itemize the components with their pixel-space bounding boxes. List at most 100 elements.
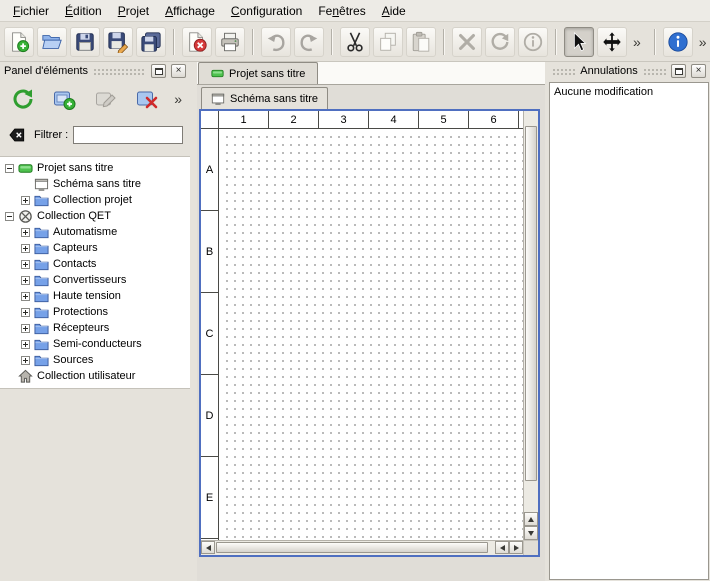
tree-item-label: Collection projet [53, 194, 132, 206]
row-header-cell: A [201, 129, 218, 211]
float-panel-button[interactable] [671, 64, 686, 78]
menu-aide[interactable]: Aide [374, 1, 414, 21]
save-all-button[interactable] [136, 27, 166, 57]
float-panel-button[interactable] [151, 64, 166, 78]
close-document-icon [186, 31, 208, 53]
tree-item-protections[interactable]: Protections [0, 304, 190, 320]
tab-schema-sans-titre[interactable]: Schéma sans titre [201, 87, 328, 109]
scrollbar-corner [523, 540, 538, 555]
menu-affichage[interactable]: Affichage [157, 1, 223, 21]
scroll-right-button[interactable] [509, 541, 523, 554]
redo-button[interactable] [294, 27, 324, 57]
new-document-button[interactable] [4, 27, 34, 57]
tree-item-collection-utilisateur[interactable]: Collection utilisateur [0, 368, 190, 384]
folder-icon [34, 225, 49, 240]
new-element-button[interactable] [50, 85, 80, 113]
tree-item-label: Collection utilisateur [37, 370, 135, 382]
expand-icon[interactable] [21, 228, 30, 237]
arrow-up-icon [528, 517, 534, 522]
menu-fichier[interactable]: Fichier [5, 1, 57, 21]
expand-icon[interactable] [21, 260, 30, 269]
dock-grip-handle[interactable] [93, 67, 146, 75]
tree-item-sources[interactable]: Sources [0, 352, 190, 368]
tree-item-label: Automatisme [53, 226, 117, 238]
expand-icon[interactable] [21, 276, 30, 285]
delete-element-button[interactable] [133, 85, 163, 113]
move-mode-button[interactable] [597, 27, 627, 57]
tree-item-convertisseurs[interactable]: Convertisseurs [0, 272, 190, 288]
tree-item-contacts[interactable]: Contacts [0, 256, 190, 272]
arrow-left-icon [500, 545, 505, 551]
copy-button[interactable] [373, 27, 403, 57]
tree-item-label: Convertisseurs [53, 274, 126, 286]
vertical-scrollbar[interactable] [523, 111, 538, 540]
scroll-left-button[interactable] [201, 541, 215, 554]
close-panel-button[interactable]: × [691, 64, 706, 78]
expand-icon[interactable] [21, 324, 30, 333]
tree-item-automatisme[interactable]: Automatisme [0, 224, 190, 240]
filter-input[interactable] [73, 126, 183, 144]
collapse-icon[interactable] [5, 212, 14, 221]
paste-button[interactable] [406, 27, 436, 57]
undo-button[interactable] [261, 27, 291, 57]
toolbar-overflow-chevron-right[interactable]: » [696, 34, 710, 50]
element-info-button[interactable] [518, 27, 548, 57]
collapse-icon[interactable] [5, 164, 14, 173]
save-as-button[interactable] [103, 27, 133, 57]
redo-icon [298, 31, 320, 53]
expand-icon[interactable] [21, 308, 30, 317]
expand-icon[interactable] [21, 340, 30, 349]
save-button[interactable] [70, 27, 100, 57]
menu-fenetres[interactable]: Fenêtres [310, 1, 373, 21]
about-qet-button[interactable] [663, 27, 693, 57]
schema-canvas[interactable] [220, 130, 523, 540]
tree-item-haute-tension[interactable]: Haute tension [0, 288, 190, 304]
dock-grip-handle[interactable] [643, 67, 666, 75]
folder-icon [34, 241, 49, 256]
dock-grip-handle[interactable] [552, 67, 575, 75]
tree-item-label: Contacts [53, 258, 96, 270]
panel-overflow-chevron[interactable]: » [174, 91, 182, 107]
cut-button[interactable] [340, 27, 370, 57]
close-panel-button[interactable]: × [171, 64, 186, 78]
menu-edition[interactable]: Édition [57, 1, 110, 21]
scroll-left-button-2[interactable] [495, 541, 509, 554]
tree-item-project[interactable]: Projet sans titre [0, 160, 190, 176]
expand-icon[interactable] [21, 244, 30, 253]
vertical-scrollbar-thumb[interactable] [525, 126, 537, 481]
home-icon [18, 369, 33, 384]
tree-item-schema[interactable]: Schéma sans titre [0, 176, 190, 192]
tree-item-capteurs[interactable]: Capteurs [0, 240, 190, 256]
folder-icon [34, 289, 49, 304]
expand-icon[interactable] [21, 292, 30, 301]
delete-button[interactable] [452, 27, 482, 57]
horizontal-scrollbar[interactable] [201, 540, 523, 555]
expand-icon[interactable] [21, 196, 30, 205]
clear-filter-button[interactable] [5, 125, 29, 145]
scroll-up-button[interactable] [524, 512, 538, 526]
select-mode-button[interactable] [564, 27, 594, 57]
reload-icon [11, 87, 35, 111]
reload-collections-button[interactable] [8, 85, 38, 113]
edit-element-button[interactable] [91, 85, 121, 113]
save-floppy-icon [74, 31, 96, 53]
tree-item-collection-qet[interactable]: Collection QET [0, 208, 190, 224]
row-ruler: A B C D E [201, 129, 219, 540]
open-document-button[interactable] [37, 27, 67, 57]
menu-projet[interactable]: Projet [110, 1, 157, 21]
print-button[interactable] [215, 27, 245, 57]
tree-item-recepteurs[interactable]: Récepteurs [0, 320, 190, 336]
rotate-button[interactable] [485, 27, 515, 57]
toolbar-overflow-chevron[interactable]: » [630, 34, 644, 50]
toolbar-separator [173, 29, 175, 55]
menu-configuration[interactable]: Configuration [223, 1, 310, 21]
tree-item-collection-projet[interactable]: Collection projet [0, 192, 190, 208]
tree-item-semi-conducteurs[interactable]: Semi-conducteurs [0, 336, 190, 352]
close-document-button[interactable] [182, 27, 212, 57]
horizontal-scrollbar-thumb[interactable] [216, 542, 488, 553]
delete-element-icon [135, 87, 159, 111]
expand-icon[interactable] [21, 356, 30, 365]
tab-projet-sans-titre[interactable]: Projet sans titre [198, 62, 318, 84]
undo-history-list[interactable]: Aucune modification [549, 82, 709, 580]
scroll-down-button[interactable] [524, 526, 538, 540]
